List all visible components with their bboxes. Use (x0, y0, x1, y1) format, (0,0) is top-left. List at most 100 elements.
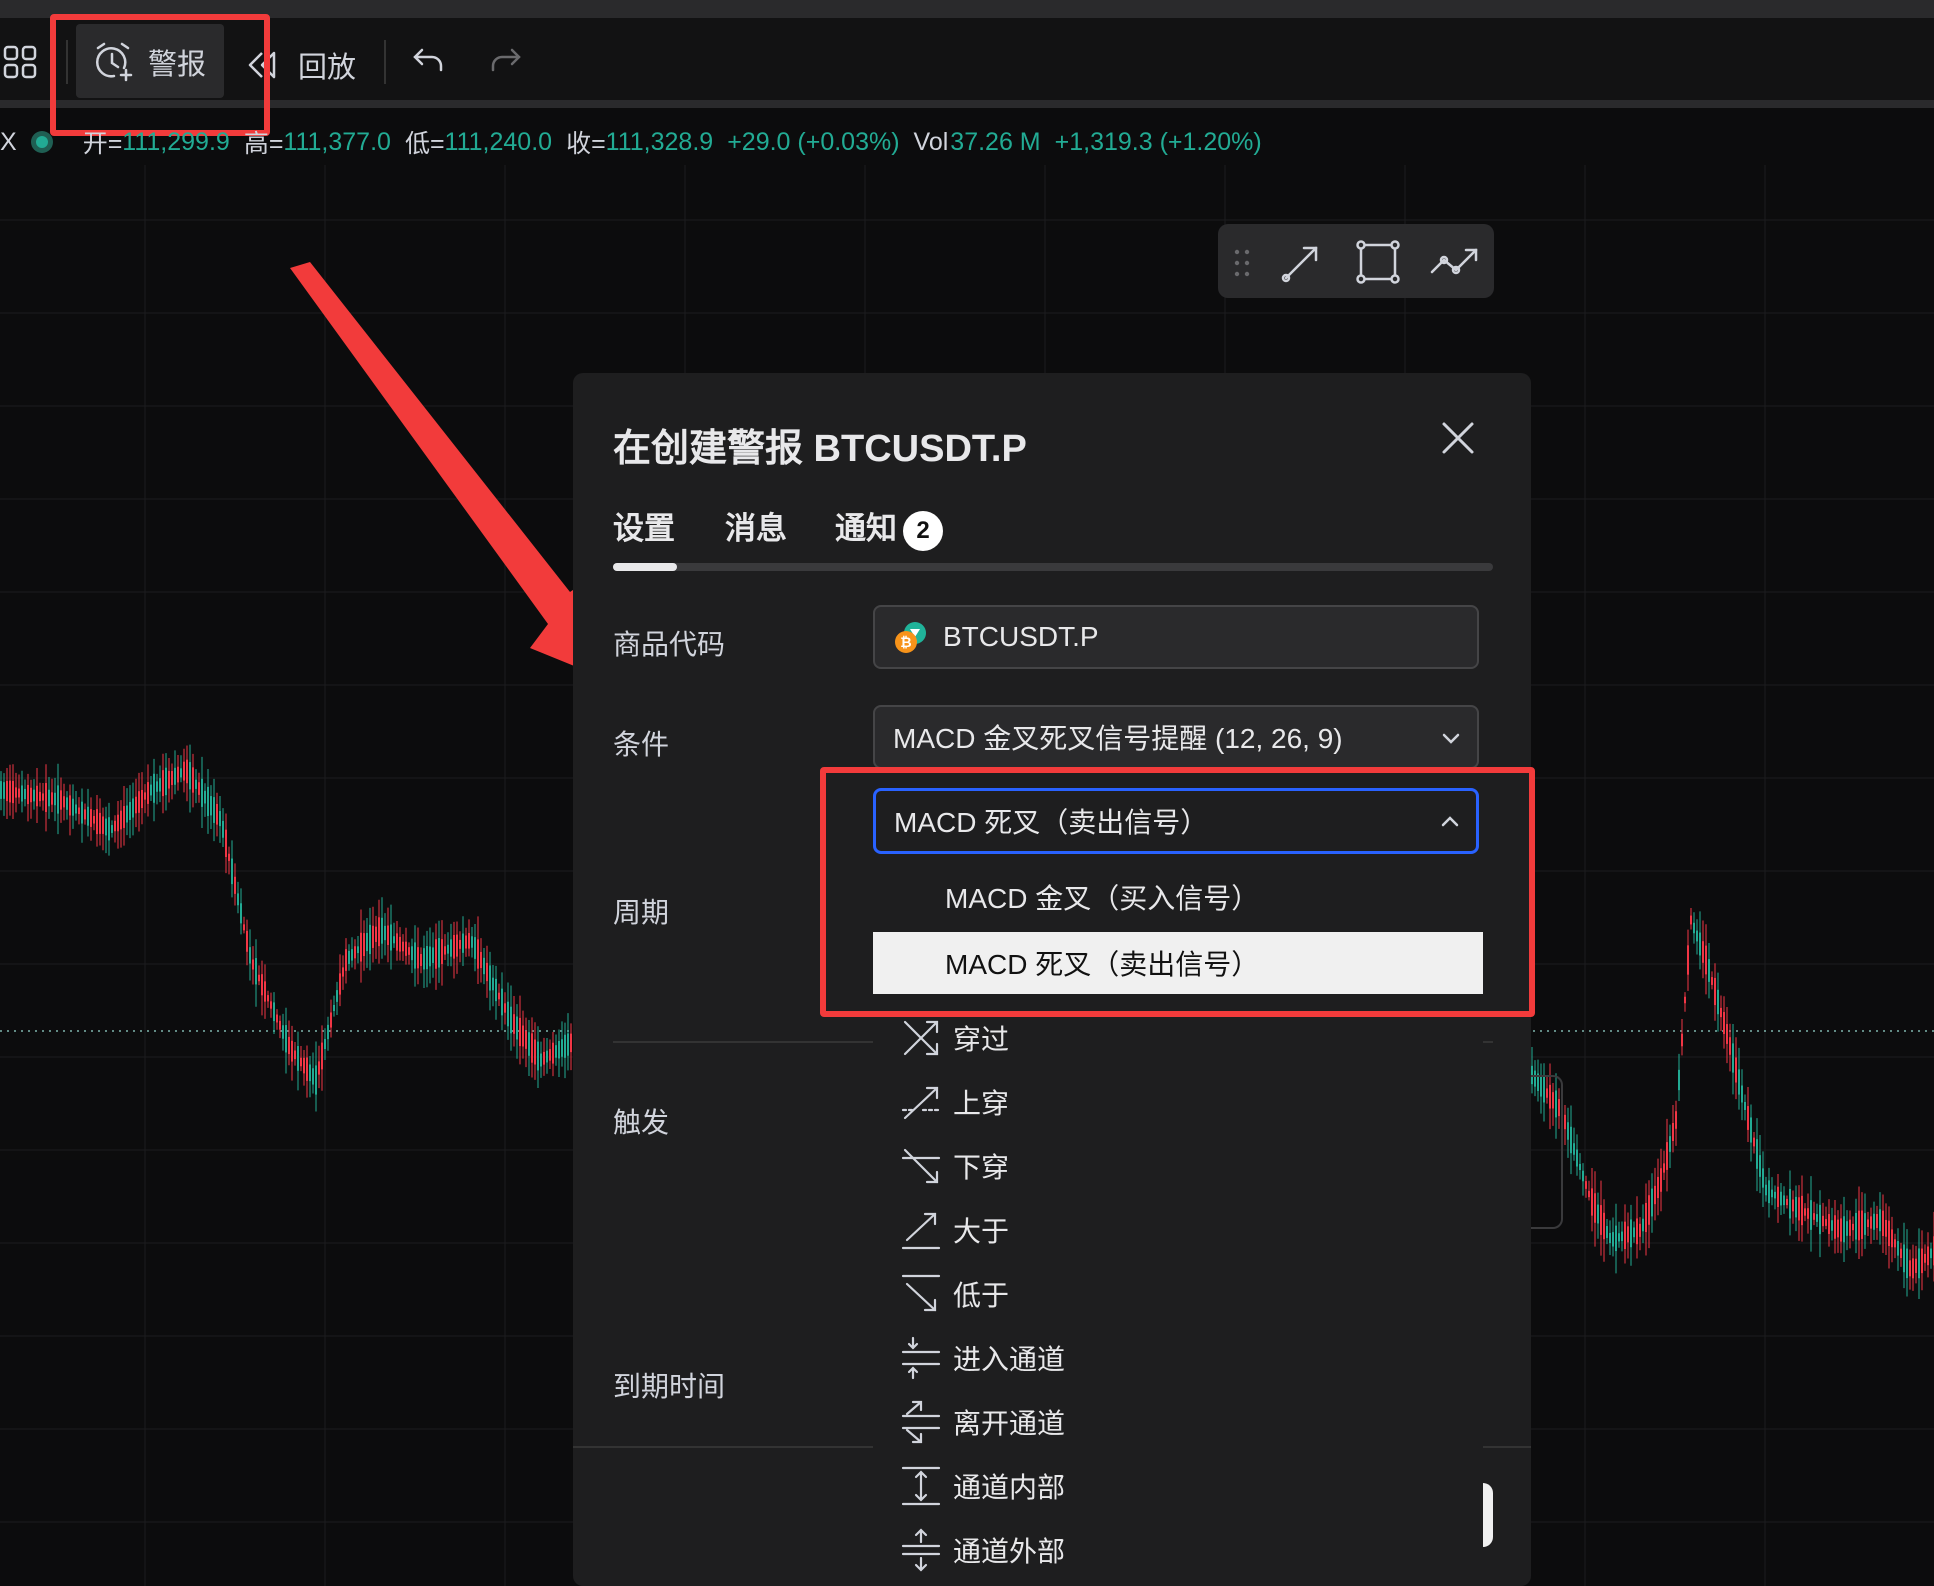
candle-body (180, 768, 182, 778)
candle-body (1921, 1248, 1923, 1274)
operator-exiting-channel[interactable]: 离开通道 (899, 1394, 1065, 1450)
candle-body (57, 785, 59, 814)
path-tool-icon[interactable] (1428, 238, 1482, 291)
candle-body (411, 946, 413, 961)
close-value: 111,328.9 (605, 127, 714, 156)
candle-body (174, 767, 176, 785)
candle-body (1762, 1168, 1764, 1188)
dropdown-highlight-box (820, 767, 1535, 1017)
candle-body (24, 788, 26, 800)
candle-body (147, 782, 149, 804)
candle-body (429, 946, 431, 967)
candle-body (1588, 1190, 1590, 1198)
candle-body (1579, 1163, 1581, 1171)
candle-body (207, 786, 209, 816)
candle-body (51, 792, 53, 805)
candle-body (252, 959, 254, 970)
operator-greater-than[interactable]: 大于 (899, 1202, 1009, 1258)
candle-body (246, 930, 248, 952)
candle-body (1609, 1232, 1611, 1244)
candle-body (1684, 996, 1686, 1004)
candle-body (195, 779, 197, 789)
tab-notifications[interactable]: 通知 2 (835, 503, 943, 551)
candle-body (1819, 1204, 1821, 1235)
candle-body (1576, 1149, 1578, 1167)
layout-grid-icon[interactable] (2, 44, 38, 80)
candle-body (561, 1039, 563, 1057)
candle-body (1801, 1195, 1803, 1226)
rectangle-tool-icon[interactable] (1354, 238, 1402, 291)
candle-body (90, 809, 92, 827)
candle-body (345, 949, 347, 971)
outside-channel-icon (899, 1528, 943, 1572)
candle-body (12, 780, 14, 804)
candle-body (417, 947, 419, 969)
operator-entering-channel[interactable]: 进入通道 (899, 1330, 1065, 1386)
arrow-line-tool-icon[interactable] (1278, 238, 1326, 291)
candle-body (1717, 989, 1719, 1015)
candle-body (423, 948, 425, 970)
candle-body (372, 925, 374, 948)
candle-body (1780, 1191, 1782, 1206)
candle-body (1861, 1210, 1863, 1239)
candle-body (135, 796, 137, 814)
entering-channel-icon (899, 1336, 943, 1380)
candle-body (474, 937, 476, 959)
candle-body (1606, 1226, 1608, 1238)
trigger-field-edge (1531, 1075, 1563, 1229)
candle-body (1777, 1186, 1779, 1207)
open-value: 111,299.9 (122, 127, 230, 156)
candle-body (1645, 1202, 1647, 1233)
operator-crossing[interactable]: 穿过 (899, 1010, 1009, 1066)
candle-body (63, 796, 65, 808)
candle-body (1834, 1215, 1836, 1239)
candle-body (288, 1036, 290, 1055)
candle-body (1789, 1188, 1791, 1219)
candle-body (516, 1016, 518, 1040)
redo-button[interactable] (488, 46, 522, 82)
candle-body (1585, 1181, 1587, 1189)
tab-settings[interactable]: 设置 (613, 503, 675, 548)
candle-body (153, 773, 155, 803)
candle-body (321, 1042, 323, 1070)
operator-outside-channel[interactable]: 通道外部 (899, 1522, 1065, 1578)
drawing-toolbar (1218, 224, 1494, 298)
candle-body (1804, 1208, 1806, 1216)
symbol-field[interactable]: ₿ BTCUSDT.P (873, 605, 1479, 669)
operator-crossing-up[interactable]: 上穿 (899, 1074, 1009, 1130)
candle-body (1753, 1137, 1755, 1147)
tab-message[interactable]: 消息 (725, 503, 787, 548)
operator-crossing-down[interactable]: 下穿 (899, 1138, 1009, 1194)
candle-body (66, 797, 68, 810)
candle-body (126, 805, 128, 823)
candle-body (48, 789, 50, 807)
candle-body (294, 1050, 296, 1060)
condition-label: 条件 (613, 729, 670, 760)
undo-button[interactable] (412, 46, 446, 82)
candle-body (72, 798, 74, 816)
candle-body (105, 818, 107, 836)
condition-select[interactable]: MACD 金叉死叉信号提醒 (12, 26, 9) (873, 705, 1479, 769)
condition-value: MACD 金叉死叉信号提醒 (12, 26, 9) (893, 723, 1343, 754)
operator-less-than[interactable]: 低于 (899, 1266, 1009, 1322)
close-icon[interactable] (1441, 421, 1475, 460)
drag-handle-icon[interactable] (1232, 248, 1252, 283)
candle-body (222, 820, 224, 838)
candle-body (1651, 1188, 1653, 1217)
candle-body (1897, 1241, 1899, 1256)
candle-body (450, 939, 452, 957)
candle-body (378, 917, 380, 947)
toolbar-divider (0, 100, 1934, 108)
chevron-down-icon (1439, 725, 1463, 757)
candle-body (528, 1032, 530, 1056)
candle-body (390, 924, 392, 951)
operator-inside-channel[interactable]: 通道内部 (899, 1458, 1065, 1514)
candle-body (1681, 1033, 1683, 1047)
candle-body (396, 933, 398, 951)
volume-value: 37.26 M (950, 127, 1041, 156)
candle-body (306, 1057, 308, 1081)
candle-body (1750, 1117, 1752, 1143)
candle-body (183, 761, 185, 781)
candle-body (525, 1031, 527, 1049)
candle-body (297, 1046, 299, 1071)
